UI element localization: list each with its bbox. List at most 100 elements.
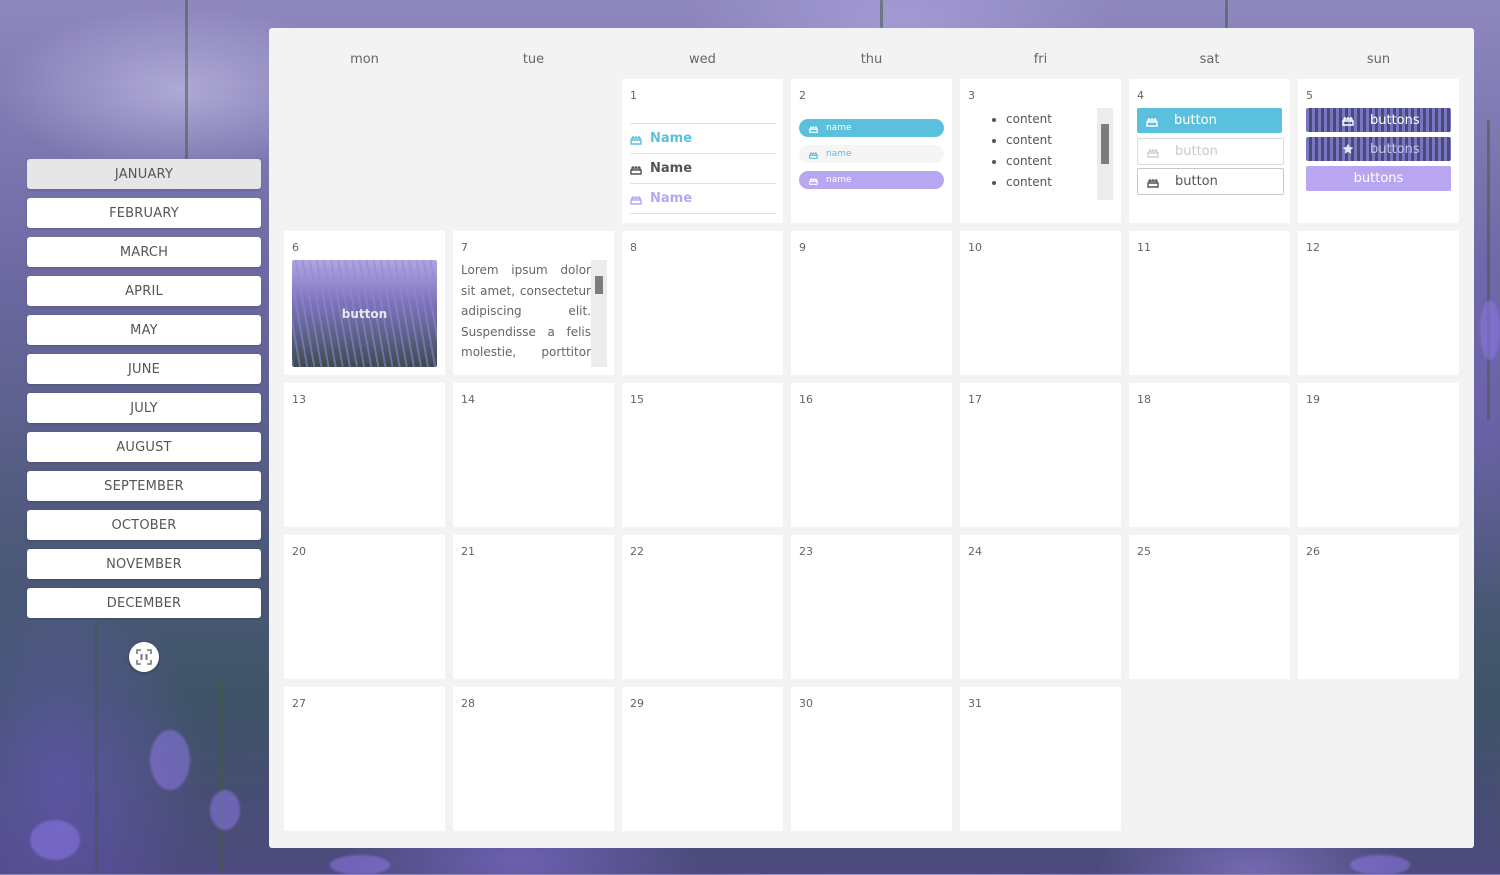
content-item: content — [1006, 151, 1052, 172]
weekday-header-sat: sat — [1199, 52, 1220, 67]
day-cell-24[interactable]: 24 — [960, 535, 1121, 679]
purple-button[interactable]: buttons — [1306, 166, 1451, 191]
image-star-button[interactable]: buttons — [1306, 137, 1451, 161]
day-cell-10[interactable]: 10 — [960, 231, 1121, 375]
day-cell-7[interactable]: 7 Lorem ipsum dolor sit amet, consectetu… — [453, 231, 614, 375]
day-number: 12 — [1306, 241, 1320, 254]
day-cell-26[interactable]: 26 — [1298, 535, 1459, 679]
day-cell-4[interactable]: 4 button button button — [1129, 79, 1290, 223]
day-cell-3[interactable]: 3 content content content content — [960, 79, 1121, 223]
day-number: 11 — [1137, 241, 1151, 254]
day-cell-28[interactable]: 28 — [453, 687, 614, 831]
weekday-header-sun: sun — [1366, 52, 1391, 67]
day-cell-11[interactable]: 11 — [1129, 231, 1290, 375]
scrollbar[interactable] — [1097, 108, 1113, 200]
scrollbar-thumb[interactable] — [595, 276, 603, 294]
day-number: 17 — [968, 393, 982, 406]
cake-button-outline[interactable]: button — [1137, 168, 1284, 195]
month-item-december[interactable]: DECEMBER — [27, 588, 261, 618]
birthday-cake-icon — [630, 135, 642, 145]
day-cell-25[interactable]: 25 — [1129, 535, 1290, 679]
day-cell-22[interactable]: 22 — [622, 535, 783, 679]
button-label: buttons — [1370, 112, 1420, 128]
cake-button-primary[interactable]: button — [1137, 108, 1282, 133]
calendar-panel: mon tue wed thu fri sat sun 1 Name Name Name 2… — [269, 28, 1474, 848]
day-number: 18 — [1137, 393, 1151, 406]
birthday-cake-icon — [1146, 117, 1158, 127]
day-cell-12[interactable]: 12 — [1298, 231, 1459, 375]
weekday-header-tue: tue — [522, 52, 545, 67]
day-cell-8[interactable]: 8 — [622, 231, 783, 375]
day-cell-18[interactable]: 18 — [1129, 383, 1290, 527]
month-item-may[interactable]: MAY — [27, 315, 261, 345]
name-pill[interactable]: name — [799, 171, 944, 189]
day-cell-1[interactable]: 1 Name Name Name — [622, 79, 783, 223]
scan-button[interactable] — [129, 642, 159, 672]
day-cell-21[interactable]: 21 — [453, 535, 614, 679]
day-number: 25 — [1137, 545, 1151, 558]
month-item-march[interactable]: MARCH — [27, 237, 261, 267]
name-label: Name — [650, 161, 693, 176]
day-cell-19[interactable]: 19 — [1298, 383, 1459, 527]
birthday-cake-icon — [630, 165, 642, 175]
day-cell-15[interactable]: 15 — [622, 383, 783, 527]
image-cake-button[interactable]: buttons — [1306, 108, 1451, 132]
day-number: 27 — [292, 697, 306, 710]
button-label: button — [1175, 174, 1218, 189]
day-number: 22 — [630, 545, 644, 558]
month-item-november[interactable]: NOVEMBER — [27, 549, 261, 579]
month-item-january[interactable]: JANUARY — [27, 159, 261, 189]
scrollbar-thumb[interactable] — [1101, 124, 1109, 164]
day-number: 6 — [292, 241, 299, 254]
day-number: 29 — [630, 697, 644, 710]
name-item[interactable]: Name — [630, 183, 776, 214]
day-cell-31[interactable]: 31 — [960, 687, 1121, 831]
month-item-april[interactable]: APRIL — [27, 276, 261, 306]
day-cell-30[interactable]: 30 — [791, 687, 952, 831]
image-button[interactable]: button — [292, 260, 437, 367]
weekday-header-thu: thu — [860, 52, 883, 67]
name-item[interactable]: Name — [630, 153, 776, 183]
month-item-february[interactable]: FEBRUARY — [27, 198, 261, 228]
cake-button-disabled[interactable]: button — [1137, 138, 1284, 165]
day-cell-23[interactable]: 23 — [791, 535, 952, 679]
star-icon — [1342, 143, 1354, 154]
day-cell-2[interactable]: 2 name name name — [791, 79, 952, 223]
birthday-cake-icon — [1147, 178, 1159, 188]
day-cell-20[interactable]: 20 — [284, 535, 445, 679]
day-number: 14 — [461, 393, 475, 406]
day-cell-27[interactable]: 27 — [284, 687, 445, 831]
month-item-june[interactable]: JUNE — [27, 354, 261, 384]
content-item: content — [1006, 172, 1052, 193]
scrollable-text[interactable]: Lorem ipsum dolor sit amet, consectetur … — [461, 260, 605, 367]
day-cell-6[interactable]: 6 button — [284, 231, 445, 375]
day-cell-5[interactable]: 5 buttons buttons buttons — [1298, 79, 1459, 223]
button-label: buttons — [1370, 141, 1420, 157]
day-number: 1 — [630, 89, 637, 102]
name-pill[interactable]: name — [799, 119, 944, 137]
day-number: 4 — [1137, 89, 1144, 102]
content-item: content — [1006, 109, 1052, 130]
day-cell-13[interactable]: 13 — [284, 383, 445, 527]
name-item[interactable]: Name — [630, 123, 776, 153]
day-cell-14[interactable]: 14 — [453, 383, 614, 527]
day-number: 28 — [461, 697, 475, 710]
day-cell-17[interactable]: 17 — [960, 383, 1121, 527]
month-item-july[interactable]: JULY — [27, 393, 261, 423]
button-label: buttons — [1353, 171, 1404, 186]
day-number: 5 — [1306, 89, 1313, 102]
scrollbar[interactable] — [591, 260, 607, 367]
day-cell-16[interactable]: 16 — [791, 383, 952, 527]
day-number: 24 — [968, 545, 982, 558]
birthday-cake-icon — [809, 177, 818, 185]
day-number: 21 — [461, 545, 475, 558]
button-label: button — [341, 306, 388, 321]
day-number: 20 — [292, 545, 306, 558]
day-cell-29[interactable]: 29 — [622, 687, 783, 831]
month-item-september[interactable]: SEPTEMBER — [27, 471, 261, 501]
day-cell-9[interactable]: 9 — [791, 231, 952, 375]
name-pill[interactable]: name — [799, 145, 944, 163]
name-list: Name Name Name — [630, 123, 776, 214]
month-item-october[interactable]: OCTOBER — [27, 510, 261, 540]
month-item-august[interactable]: AUGUST — [27, 432, 261, 462]
